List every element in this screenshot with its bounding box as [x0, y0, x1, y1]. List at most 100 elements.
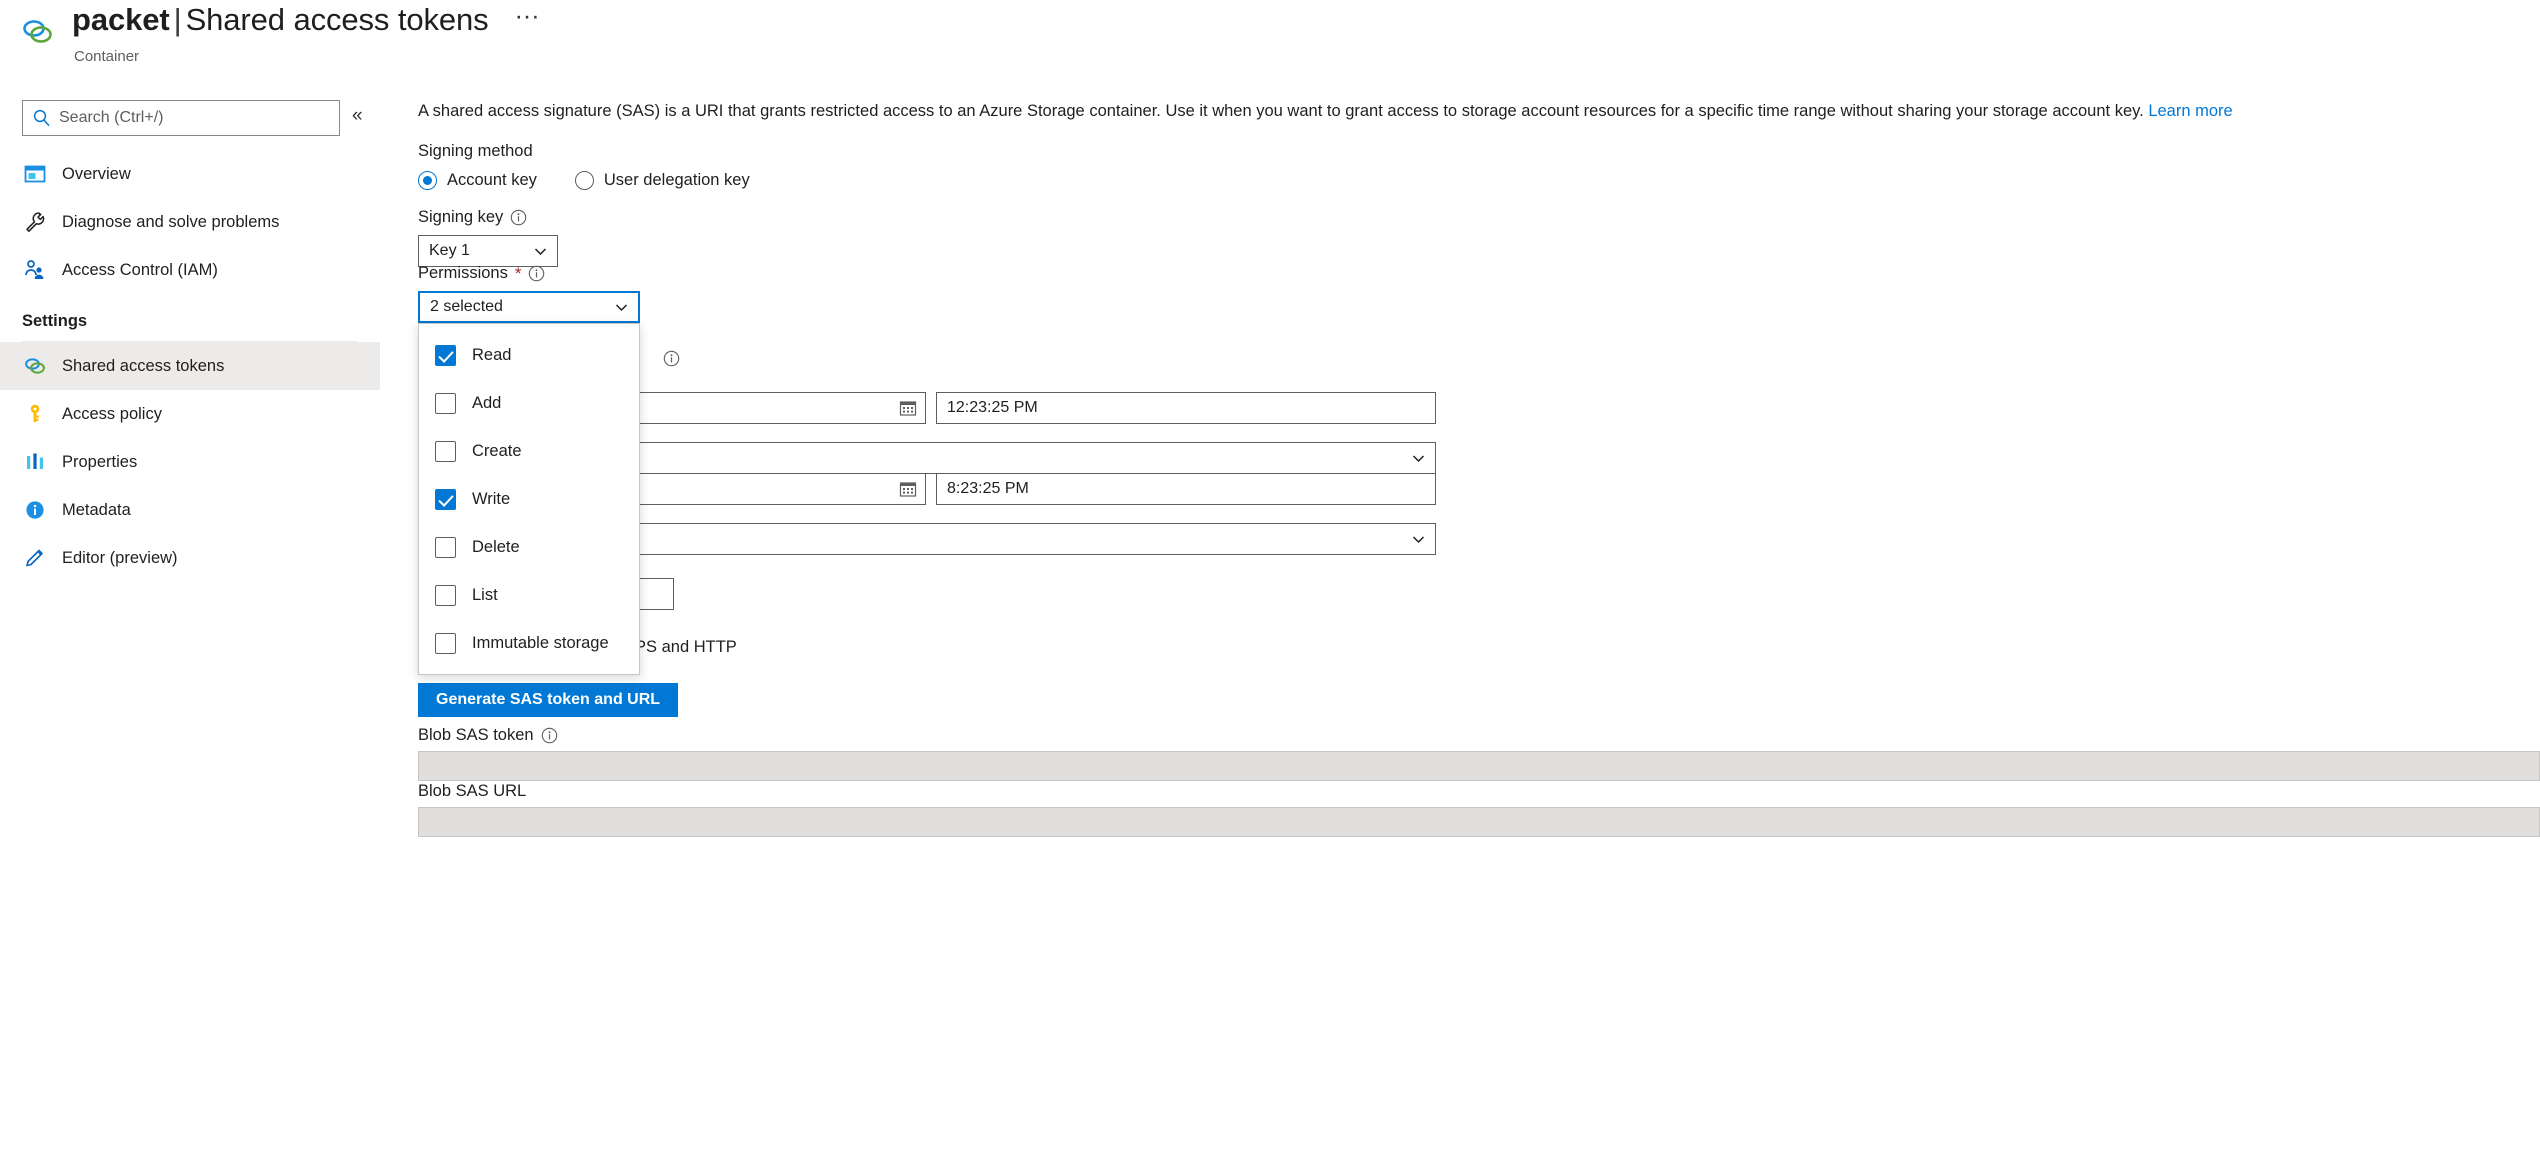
- sidebar-item-label: Editor (preview): [62, 548, 178, 567]
- resource-name: packet: [72, 2, 170, 37]
- info-circle-icon[interactable]: [510, 209, 527, 226]
- permission-label: Create: [472, 441, 522, 460]
- permissions-field: 2 selected Read Add Create Write Delete …: [418, 291, 640, 675]
- info-circle-icon[interactable]: [663, 350, 680, 367]
- page-title: packet | Shared access tokens: [72, 2, 489, 38]
- sidebar-item-access-policy[interactable]: Access policy: [0, 390, 380, 438]
- checkbox[interactable]: [435, 440, 456, 462]
- info-circle-icon[interactable]: [541, 727, 558, 744]
- signing-key-select[interactable]: Key 1: [418, 235, 558, 267]
- permissions-label-text: Permissions: [418, 264, 508, 282]
- signing-method-option-account-key[interactable]: Account key: [418, 171, 537, 190]
- checkbox[interactable]: [435, 632, 456, 654]
- info-circle-icon: [22, 497, 48, 523]
- signing-key-label: Signing key: [418, 208, 527, 227]
- blob-sas-url-label: Blob SAS URL: [418, 782, 526, 801]
- expiry-time-input[interactable]: 8:23:25 PM: [936, 473, 1436, 505]
- permission-label: List: [472, 585, 498, 604]
- main-content: A shared access signature (SAS) is a URI…: [418, 88, 2540, 1156]
- sidebar-item-label: Access Control (IAM): [62, 260, 218, 279]
- blob-sas-token-label-text: Blob SAS token: [418, 726, 534, 744]
- sidebar-item-editor[interactable]: Editor (preview): [0, 534, 380, 582]
- sidebar-item-overview[interactable]: Overview: [0, 150, 380, 198]
- permissions-label: Permissions *: [418, 264, 545, 283]
- search-box[interactable]: [22, 100, 340, 136]
- permission-label: Immutable storage: [472, 633, 609, 652]
- sidebar-item-properties[interactable]: Properties: [0, 438, 380, 486]
- sidebar-item-metadata[interactable]: Metadata: [0, 486, 380, 534]
- sidebar-item-label: Shared access tokens: [62, 356, 225, 375]
- pencil-icon: [22, 545, 48, 571]
- signing-method-radio-group: Account key User delegation key: [418, 171, 750, 190]
- sidebar-item-label: Properties: [62, 452, 138, 471]
- sidebar-item-access-control[interactable]: Access Control (IAM): [0, 246, 380, 294]
- chevron-down-icon: [614, 300, 629, 315]
- page-name: Shared access tokens: [185, 2, 489, 37]
- info-circle-icon[interactable]: [528, 265, 545, 282]
- permission-option-immutable-storage[interactable]: Immutable storage: [419, 619, 639, 667]
- checkbox[interactable]: [435, 488, 456, 510]
- sidebar-item-shared-access-tokens[interactable]: Shared access tokens: [0, 342, 380, 390]
- radio-label: Account key: [447, 171, 537, 189]
- sas-description-text: A shared access signature (SAS) is a URI…: [418, 102, 2144, 120]
- calendar-icon[interactable]: [899, 399, 917, 417]
- start-time-value: 12:23:25 PM: [947, 399, 1038, 416]
- sidebar-nav-list: Overview Diagnose and solve problems Acc…: [0, 150, 380, 582]
- permissions-value: 2 selected: [430, 298, 503, 315]
- chevron-down-icon: [1411, 532, 1426, 547]
- sidebar-item-diagnose[interactable]: Diagnose and solve problems: [0, 198, 380, 246]
- search-input[interactable]: [57, 108, 331, 128]
- collapse-sidebar-button[interactable]: «: [352, 106, 363, 126]
- permission-option-add[interactable]: Add: [419, 379, 639, 427]
- blob-sas-url-output[interactable]: [418, 807, 2540, 837]
- radio-label: User delegation key: [603, 171, 750, 189]
- signing-method-option-user-delegation-key[interactable]: User delegation key: [574, 171, 750, 190]
- checkbox[interactable]: [435, 344, 456, 366]
- overview-icon: [22, 161, 48, 187]
- chevron-down-icon: [533, 244, 548, 259]
- sas-description: A shared access signature (SAS) is a URI…: [418, 102, 2233, 121]
- checkbox[interactable]: [435, 392, 456, 414]
- permission-option-delete[interactable]: Delete: [419, 523, 639, 571]
- generate-sas-button[interactable]: Generate SAS token and URL: [418, 683, 679, 717]
- permission-label: Write: [472, 489, 511, 508]
- permission-label: Read: [472, 345, 512, 364]
- sidebar-item-label: Diagnose and solve problems: [62, 212, 280, 231]
- key-icon: [22, 401, 48, 427]
- wrench-icon: [22, 209, 48, 235]
- learn-more-link[interactable]: Learn more: [2148, 102, 2232, 120]
- page-header: packet | Shared access tokens ··· Containe…: [0, 0, 2540, 82]
- radio-indicator[interactable]: [418, 171, 437, 190]
- bars-icon: [22, 449, 48, 475]
- start-time-input[interactable]: 12:23:25 PM: [936, 392, 1436, 424]
- signing-method-label-text: Signing method: [418, 142, 533, 160]
- sidebar-group-settings: Settings: [22, 312, 88, 330]
- checkbox[interactable]: [435, 584, 456, 606]
- expiry-time-value: 8:23:25 PM: [947, 480, 1029, 497]
- calendar-icon[interactable]: [899, 480, 917, 498]
- page-title-row: packet | Shared access tokens ···: [72, 2, 548, 38]
- signing-key-value: Key 1: [429, 242, 470, 259]
- permission-label: Add: [472, 393, 502, 412]
- permission-option-list[interactable]: List: [419, 571, 639, 619]
- blob-sas-token-output[interactable]: [418, 751, 2540, 781]
- signing-method-label: Signing method: [418, 142, 533, 161]
- permission-label: Delete: [472, 537, 520, 556]
- container-rings-icon: [22, 353, 48, 379]
- chevron-down-icon: [1411, 451, 1426, 466]
- sidebar-item-label: Access policy: [62, 404, 162, 423]
- resource-type-subtitle: Container: [74, 48, 140, 65]
- permission-option-create[interactable]: Create: [419, 427, 639, 475]
- permission-option-write[interactable]: Write: [419, 475, 639, 523]
- permissions-select[interactable]: 2 selected: [418, 291, 640, 323]
- sidebar-item-label: Metadata: [62, 500, 131, 519]
- blob-sas-token-label: Blob SAS token: [418, 726, 558, 745]
- permission-option-read[interactable]: Read: [419, 331, 639, 379]
- checkbox[interactable]: [435, 536, 456, 558]
- radio-indicator[interactable]: [574, 171, 594, 190]
- people-icon: [22, 257, 48, 283]
- sidebar-item-label: Overview: [62, 164, 131, 183]
- more-options-button[interactable]: ···: [507, 4, 548, 35]
- search-icon: [31, 107, 53, 129]
- container-rings-icon: [20, 14, 56, 50]
